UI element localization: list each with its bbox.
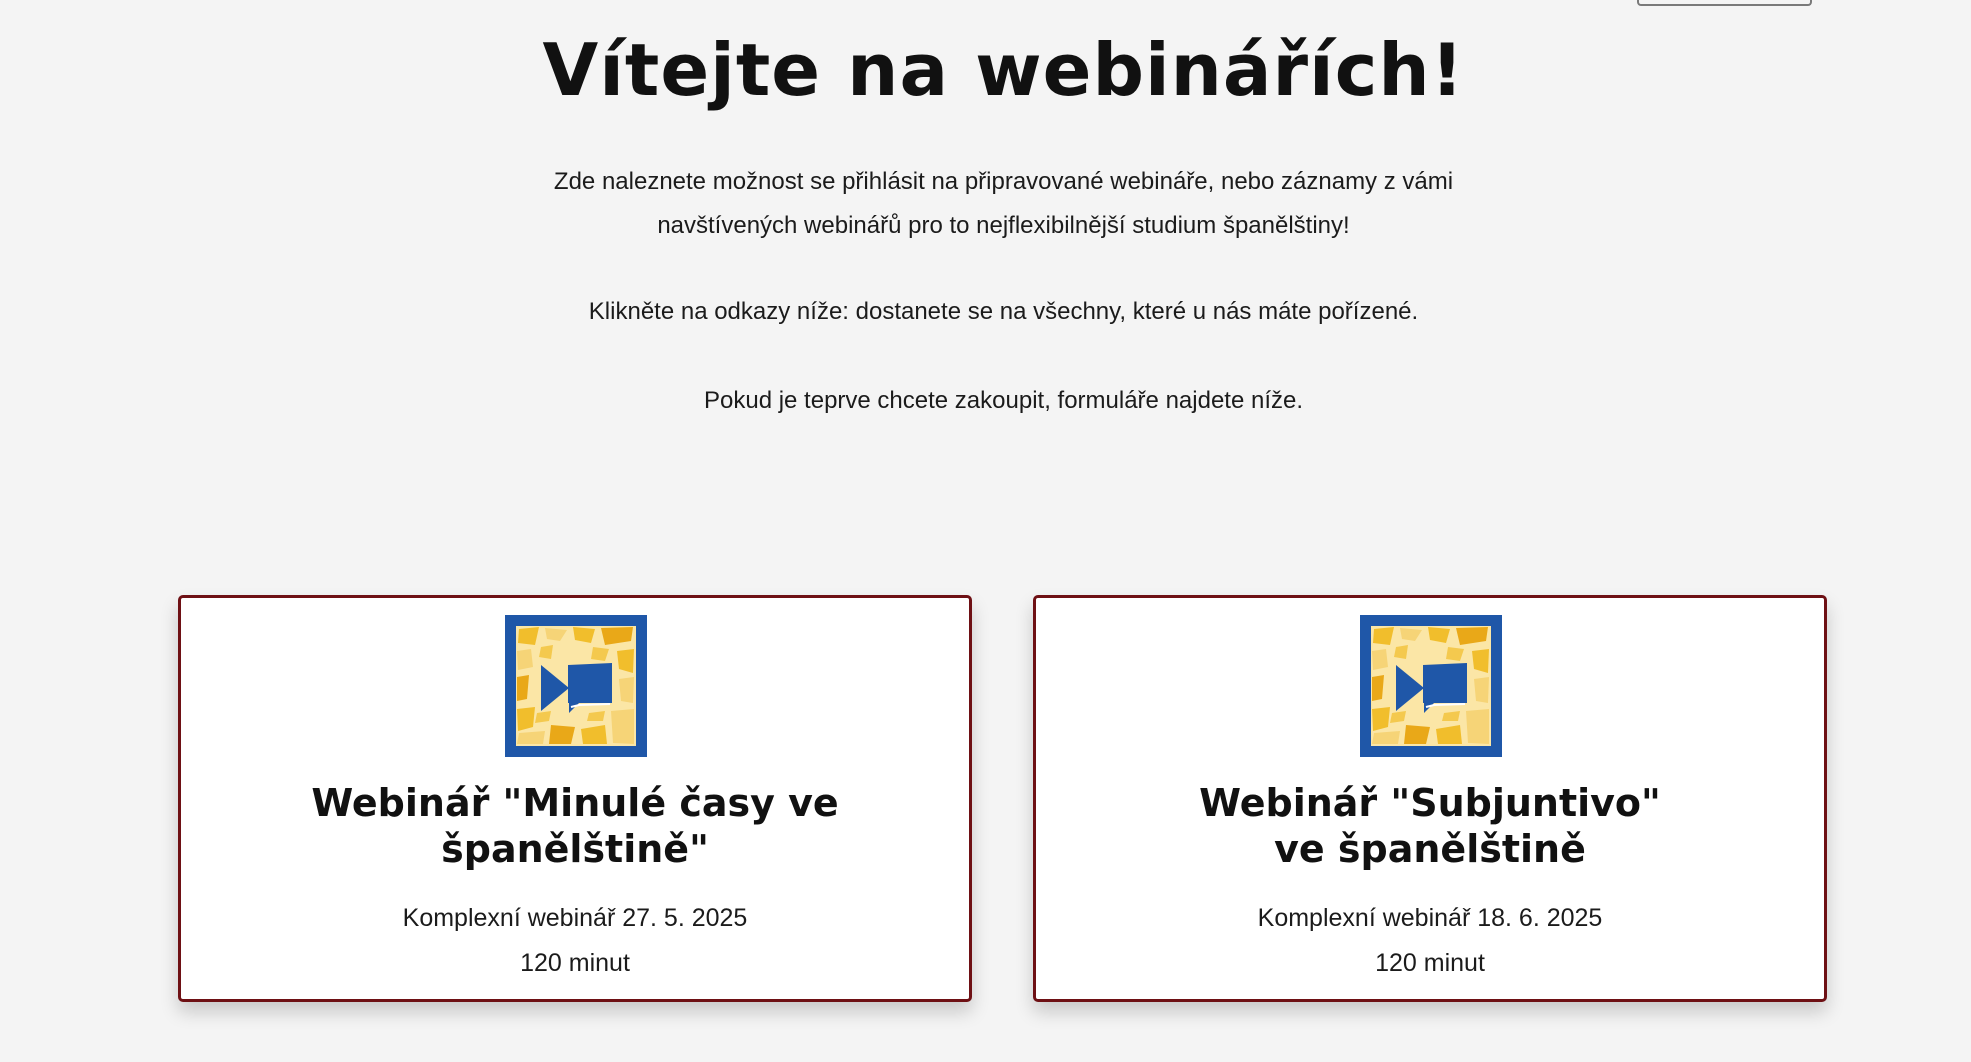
intro-paragraph: Zde naleznete možnost se přihlásit na př… [0,160,1971,248]
webinar-card-title[interactable]: Webinář "Minulé časy ve španělštině" [201,780,949,872]
intro-line: navštívených webinářů pro to nejflexibil… [657,212,1350,239]
webinar-date: Komplexní webinář 18. 6. 2025 [1257,904,1603,932]
title-line: Webinář "Subjuntivo" [1199,781,1661,825]
page-title: Vítejte na webinářích! [542,28,1465,112]
title-line: španělštině" [441,827,709,871]
intro-instruction: Klikněte na odkazy níže: dostanete se na… [588,298,1419,325]
webinar-duration: 120 minut [1375,949,1485,977]
title-line: ve španělštině [1274,827,1586,871]
webinar-card-title[interactable]: Webinář "Subjuntivo" ve španělštině [1056,780,1804,872]
intro-purchase-note: Pokud je teprve chcete zakoupit, formulá… [703,387,1303,414]
intro-line: Zde naleznete možnost se přihlásit na př… [553,168,1454,195]
webinar-mosaic-play-icon [1360,615,1502,757]
webinar-date: Komplexní webinář 27. 5. 2025 [402,904,748,932]
title-line: Webinář "Minulé časy ve [311,781,839,825]
webinar-duration: 120 minut [520,949,630,977]
webinar-card-minule-casy[interactable]: Webinář "Minulé časy ve španělštině" Kom… [178,595,972,1002]
webinar-card-subjuntivo[interactable]: Webinář "Subjuntivo" ve španělštině Komp… [1033,595,1827,1002]
top-menu-tab[interactable] [1637,0,1812,6]
webinar-mosaic-play-icon [505,615,647,757]
webinars-page: Vítejte na webinářích! Zde naleznete mož… [0,0,1971,1062]
